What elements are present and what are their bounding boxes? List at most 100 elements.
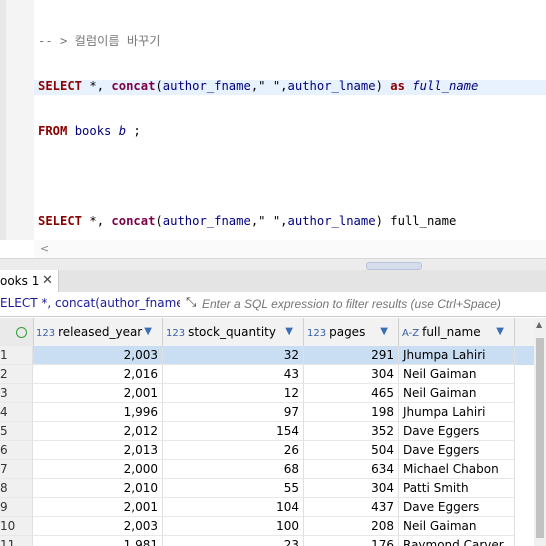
- row-number[interactable]: 7: [0, 460, 33, 479]
- cell-full-name[interactable]: Dave Eggers: [399, 498, 515, 517]
- column-header-stock-quantity[interactable]: 123 stock_quantity ▼: [163, 318, 304, 346]
- function-concat-2: concat: [111, 214, 156, 228]
- cell-released-year[interactable]: 2,012: [33, 422, 163, 441]
- cell-stock-quantity[interactable]: 104: [163, 498, 304, 517]
- cell-full-name[interactable]: Neil Gaiman: [399, 384, 515, 403]
- sort-icon[interactable]: ▼: [144, 318, 152, 346]
- cell-full-name[interactable]: Jhumpa Lahiri: [399, 346, 515, 365]
- sql-comment: -- > 컬럼이름 바꾸기: [38, 34, 161, 48]
- table-row[interactable]: 8 2,010 55 304 Patti Smith: [0, 479, 534, 498]
- row-number[interactable]: 6: [0, 441, 33, 460]
- cell-stock-quantity[interactable]: 100: [163, 517, 304, 536]
- close-icon[interactable]: ✕: [42, 270, 53, 292]
- grid-vertical-scrollbar[interactable]: ▲: [534, 318, 546, 546]
- cell-released-year[interactable]: 2,013: [33, 441, 163, 460]
- table-row[interactable]: 1 2,003 32 291 Jhumpa Lahiri: [0, 346, 534, 365]
- cell-pages[interactable]: 504: [304, 441, 399, 460]
- cell-full-name[interactable]: Neil Gaiman: [399, 365, 515, 384]
- scroll-thumb[interactable]: [536, 338, 544, 538]
- row-number[interactable]: 9: [0, 498, 33, 517]
- cell-released-year[interactable]: 2,000: [33, 460, 163, 479]
- cell-stock-quantity[interactable]: 68: [163, 460, 304, 479]
- sort-icon[interactable]: ▼: [496, 318, 504, 346]
- cell-stock-quantity[interactable]: 97: [163, 403, 304, 422]
- cell-stock-quantity[interactable]: 55: [163, 479, 304, 498]
- splitter-grip[interactable]: [366, 262, 422, 270]
- column-header-full-name[interactable]: A-Z full_name ▼: [399, 318, 515, 346]
- cell-pages[interactable]: 198: [304, 403, 399, 422]
- table-row[interactable]: 3 2,001 12 465 Neil Gaiman: [0, 384, 534, 403]
- sort-icon[interactable]: ▼: [380, 318, 388, 346]
- editor-horizontal-scrollbar[interactable]: <: [34, 240, 546, 258]
- table-row[interactable]: 5 2,012 154 352 Dave Eggers: [0, 422, 534, 441]
- table-row[interactable]: 9 2,001 104 437 Dave Eggers: [0, 498, 534, 517]
- row-number-header[interactable]: [0, 318, 34, 346]
- cell-released-year[interactable]: 2,001: [33, 498, 163, 517]
- table-row[interactable]: 10 2,003 100 208 Neil Gaiman: [0, 517, 534, 536]
- cell-full-name[interactable]: Dave Eggers: [399, 441, 515, 460]
- cell-stock-quantity[interactable]: 154: [163, 422, 304, 441]
- sql-editor[interactable]: -- > 컬럼이름 바꾸기 SELECT *, concat(author_fn…: [0, 0, 546, 273]
- column-header-pages[interactable]: 123 pages ▼: [304, 318, 399, 346]
- results-grid[interactable]: 123 released_year ▼ 123 stock_quantity ▼ 123…: [0, 318, 534, 546]
- cell-released-year[interactable]: 2,010: [33, 479, 163, 498]
- row-number[interactable]: 3: [0, 384, 33, 403]
- cell-full-name[interactable]: Neil Gaiman: [399, 517, 515, 536]
- cell-released-year[interactable]: 2,016: [33, 365, 163, 384]
- table-row[interactable]: 2 2,016 43 304 Neil Gaiman: [0, 365, 534, 384]
- cell-stock-quantity[interactable]: 32: [163, 346, 304, 365]
- cell-released-year[interactable]: 2,003: [33, 517, 163, 536]
- row-number[interactable]: 10: [0, 517, 33, 536]
- row-number[interactable]: 1: [0, 346, 33, 365]
- alias-full-name-2: full_name: [390, 214, 457, 228]
- cell-pages[interactable]: 437: [304, 498, 399, 517]
- column-author-fname: author_fname: [162, 79, 251, 93]
- semicolon: ;: [133, 124, 141, 138]
- select-all-icon[interactable]: [16, 327, 27, 338]
- cell-full-name[interactable]: Michael Chabon: [399, 460, 515, 479]
- cell-pages[interactable]: 465: [304, 384, 399, 403]
- cell-full-name[interactable]: Jhumpa Lahiri: [399, 403, 515, 422]
- cell-released-year[interactable]: 2,003: [33, 346, 163, 365]
- cell-full-name[interactable]: Raymond Carver: [399, 536, 515, 546]
- column-author-lname: author_lname: [287, 79, 376, 93]
- row-number[interactable]: 2: [0, 365, 33, 384]
- expand-icon[interactable]: ⤡: [186, 295, 196, 310]
- row-number[interactable]: 11: [0, 536, 33, 546]
- cell-pages[interactable]: 352: [304, 422, 399, 441]
- keyword-select: SELECT: [38, 79, 83, 93]
- cell-released-year[interactable]: 1,996: [33, 403, 163, 422]
- row-number[interactable]: 8: [0, 479, 33, 498]
- cell-stock-quantity[interactable]: 26: [163, 441, 304, 460]
- table-row[interactable]: 6 2,013 26 504 Dave Eggers: [0, 441, 534, 460]
- column-header-released-year[interactable]: 123 released_year ▼: [33, 318, 163, 346]
- cell-full-name[interactable]: Dave Eggers: [399, 422, 515, 441]
- row-number[interactable]: 5: [0, 422, 33, 441]
- query-preview: ELECT *, concat(author_fname," ': [0, 296, 180, 310]
- cell-pages[interactable]: 304: [304, 365, 399, 384]
- filter-input[interactable]: [200, 294, 544, 314]
- paren-close-2: ): [375, 214, 391, 228]
- table-row[interactable]: 4 1,996 97 198 Jhumpa Lahiri: [0, 403, 534, 422]
- results-tab-bar: ooks 1 ✕: [0, 270, 546, 293]
- chevron-left-icon[interactable]: <: [40, 242, 49, 255]
- code-line-comment: -- > 컬럼이름 바꾸기: [38, 34, 478, 49]
- cell-stock-quantity[interactable]: 23: [163, 536, 304, 546]
- cell-stock-quantity[interactable]: 12: [163, 384, 304, 403]
- cell-pages[interactable]: 291: [304, 346, 399, 365]
- cell-stock-quantity[interactable]: 43: [163, 365, 304, 384]
- table-row[interactable]: 7 2,000 68 634 Michael Chabon: [0, 460, 534, 479]
- cell-full-name[interactable]: Patti Smith: [399, 479, 515, 498]
- table-row[interactable]: 11 1,981 23 176 Raymond Carver: [0, 536, 534, 546]
- results-tab[interactable]: ooks 1 ✕: [0, 270, 59, 292]
- cell-pages[interactable]: 634: [304, 460, 399, 479]
- scroll-up-icon[interactable]: ▲: [536, 320, 542, 329]
- cell-pages[interactable]: 304: [304, 479, 399, 498]
- cell-released-year[interactable]: 2,001: [33, 384, 163, 403]
- sort-icon[interactable]: ▼: [285, 318, 293, 346]
- cell-pages[interactable]: 208: [304, 517, 399, 536]
- row-number[interactable]: 4: [0, 403, 33, 422]
- cell-pages[interactable]: 176: [304, 536, 399, 546]
- cell-released-year[interactable]: 1,981: [33, 536, 163, 546]
